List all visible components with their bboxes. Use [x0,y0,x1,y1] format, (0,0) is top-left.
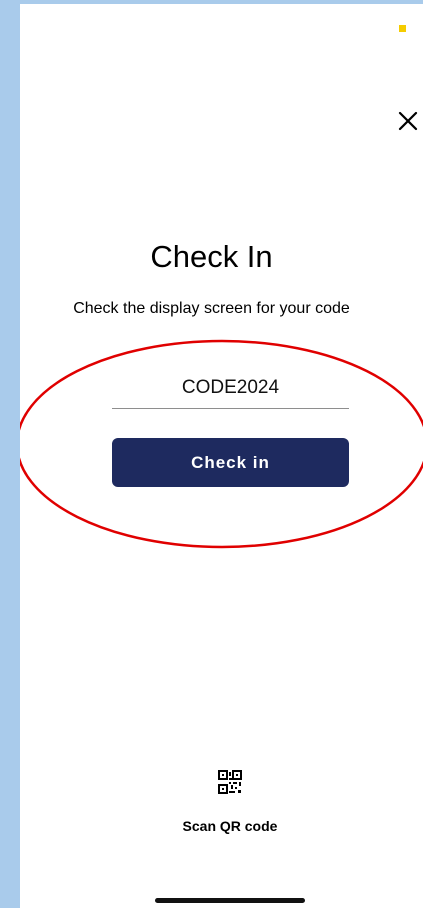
close-icon [398,111,418,131]
check-in-button[interactable]: Check in [112,438,349,487]
home-indicator[interactable] [155,898,305,903]
status-indicator [399,25,406,32]
close-button[interactable] [396,109,420,133]
scan-qr-button[interactable]: Scan QR code [165,770,295,840]
page-subtitle: Check the display screen for your code [73,300,350,317]
page-title: Check In [150,239,273,274]
checkin-screen: Check In Check the display screen for yo… [20,4,423,908]
scan-qr-label: Scan QR code [182,818,278,834]
qr-code-icon [218,770,242,794]
code-input[interactable] [112,368,349,409]
